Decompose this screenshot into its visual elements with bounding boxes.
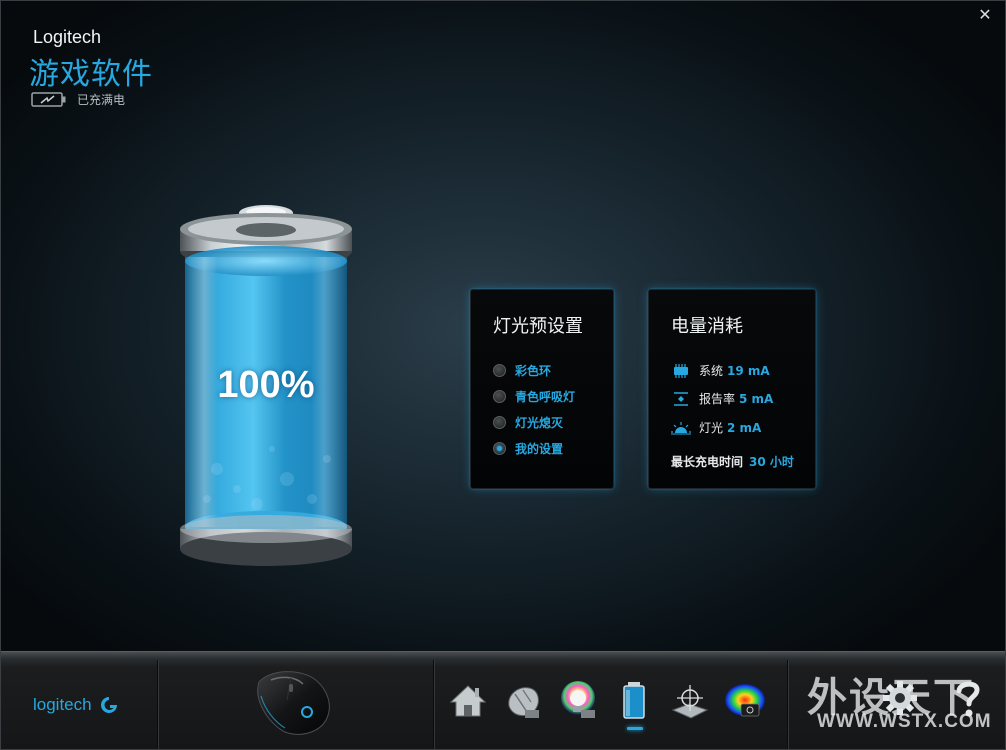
preset-label: 彩色环: [515, 364, 552, 378]
charge-value: 30 小时: [749, 455, 794, 469]
power-panel-title: 电量消耗: [671, 316, 743, 337]
battery-level-display: 100%: [177, 199, 355, 577]
power-value: 5 mA: [739, 391, 774, 406]
radio-button-selected[interactable]: [493, 442, 506, 455]
power-label: 系统: [699, 364, 724, 378]
battery-percent: 100%: [217, 364, 315, 406]
lighting-panel-title: 灯光预设置: [493, 316, 583, 337]
mouse-customize-icon[interactable]: [501, 680, 543, 722]
status-text: 已充满电: [77, 93, 126, 107]
max-charge-time: 最长充电时间 30 小时: [671, 453, 794, 470]
watermark-url: WWW.WSTX.COM: [817, 711, 992, 732]
lighting-bulb-icon[interactable]: [557, 680, 599, 722]
sensor-target-icon[interactable]: [669, 680, 711, 722]
power-row-system: 系统 19 mA: [671, 362, 770, 379]
close-button[interactable]: ✕: [975, 5, 995, 25]
gaming-mouse-device-icon[interactable]: [251, 666, 337, 740]
logitech-g-icon: [100, 697, 117, 713]
preset-cyan-breathing[interactable]: 青色呼吸灯: [493, 388, 575, 405]
preset-color-cycle[interactable]: 彩色环: [493, 362, 551, 379]
power-value: 19 mA: [727, 363, 770, 378]
power-value: 2 mA: [727, 420, 762, 435]
brand-name: Logitech: [33, 27, 102, 47]
charge-status: 已充满电: [31, 91, 125, 108]
light-sun-icon: [671, 421, 691, 434]
divider: [433, 660, 434, 749]
logitech-logo: logitech: [33, 694, 120, 716]
app-window: ✕ Logitech 游戏软件 已充满电 100% 灯光预设置 彩色环 青色呼吸…: [0, 0, 1006, 750]
preset-my-settings[interactable]: 我的设置: [493, 440, 563, 457]
preset-lights-off[interactable]: 灯光熄灭: [493, 414, 563, 431]
power-consumption-panel: 电量消耗 系统 19 mA 报告率 5 mA 灯光 2 mA 最长充电时间 30…: [648, 289, 816, 489]
radio-button[interactable]: [493, 416, 506, 429]
app-title: 游戏软件: [29, 57, 153, 92]
battery-charged-icon: [31, 92, 66, 107]
charge-label: 最长充电时间: [671, 455, 744, 469]
power-label: 灯光: [699, 421, 724, 435]
home-icon[interactable]: [447, 680, 489, 722]
lighting-presets-panel: 灯光预设置 彩色环 青色呼吸灯 灯光熄灭 我的设置: [470, 289, 614, 489]
radio-button[interactable]: [493, 364, 506, 377]
divider: [787, 660, 788, 749]
power-row-report-rate: 报告率 5 mA: [671, 390, 773, 407]
nav-active-indicator: [627, 727, 643, 730]
preset-label: 我的设置: [515, 442, 564, 456]
heatmap-icon[interactable]: [723, 680, 765, 722]
system-chip-icon: [674, 363, 688, 378]
power-row-lighting: 灯光 2 mA: [671, 419, 761, 436]
report-rate-icon: [674, 391, 688, 406]
preset-label: 青色呼吸灯: [515, 390, 576, 404]
preset-label: 灯光熄灭: [515, 416, 564, 430]
battery-icon[interactable]: [613, 680, 655, 722]
divider: [157, 660, 158, 749]
power-label: 报告率: [699, 392, 736, 406]
radio-button[interactable]: [493, 390, 506, 403]
logo-text: logitech: [33, 695, 92, 714]
